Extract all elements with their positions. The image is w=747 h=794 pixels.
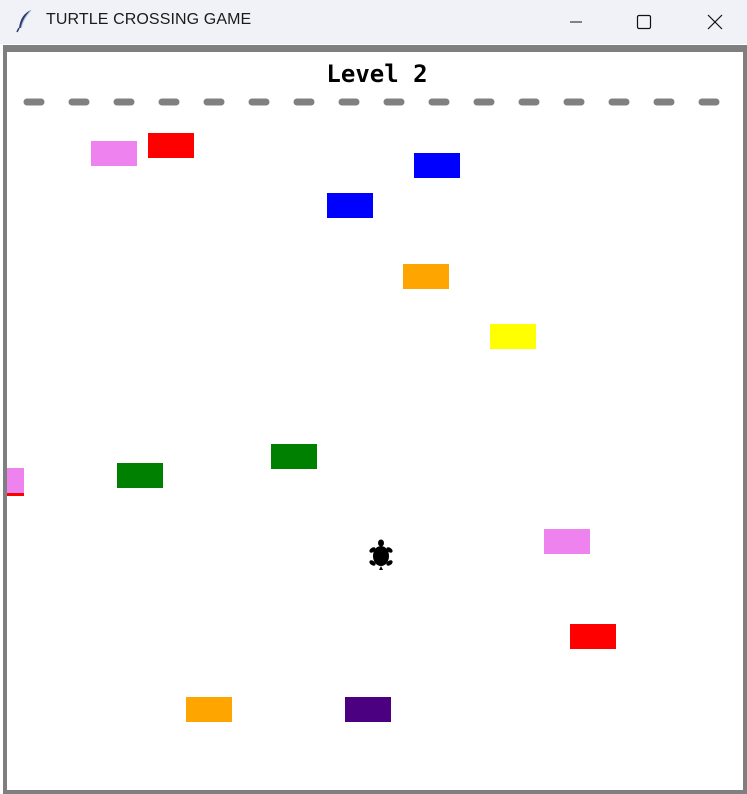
car	[345, 697, 391, 722]
car	[414, 153, 460, 178]
car	[271, 444, 317, 469]
close-icon	[707, 14, 723, 30]
car	[490, 324, 536, 349]
car	[403, 264, 449, 289]
maximize-icon	[636, 14, 652, 30]
minimize-button[interactable]	[553, 0, 599, 44]
feather-icon	[16, 9, 32, 33]
car	[327, 193, 373, 218]
level-label: Level 2	[326, 60, 428, 88]
car	[7, 468, 24, 493]
window-title: TURTLE CROSSING GAME	[46, 11, 252, 28]
car	[544, 529, 590, 554]
car	[570, 624, 616, 649]
car	[91, 141, 137, 166]
car	[186, 697, 232, 722]
title-bar[interactable]: TURTLE CROSSING GAME	[0, 0, 747, 44]
game-canvas[interactable]: Level 2	[7, 52, 743, 790]
maximize-button[interactable]	[621, 0, 667, 44]
car	[117, 463, 163, 488]
car	[148, 133, 194, 158]
minimize-icon	[570, 21, 582, 23]
finish-line	[23, 98, 727, 106]
turtle-icon	[369, 539, 393, 570]
close-button[interactable]	[692, 0, 738, 44]
